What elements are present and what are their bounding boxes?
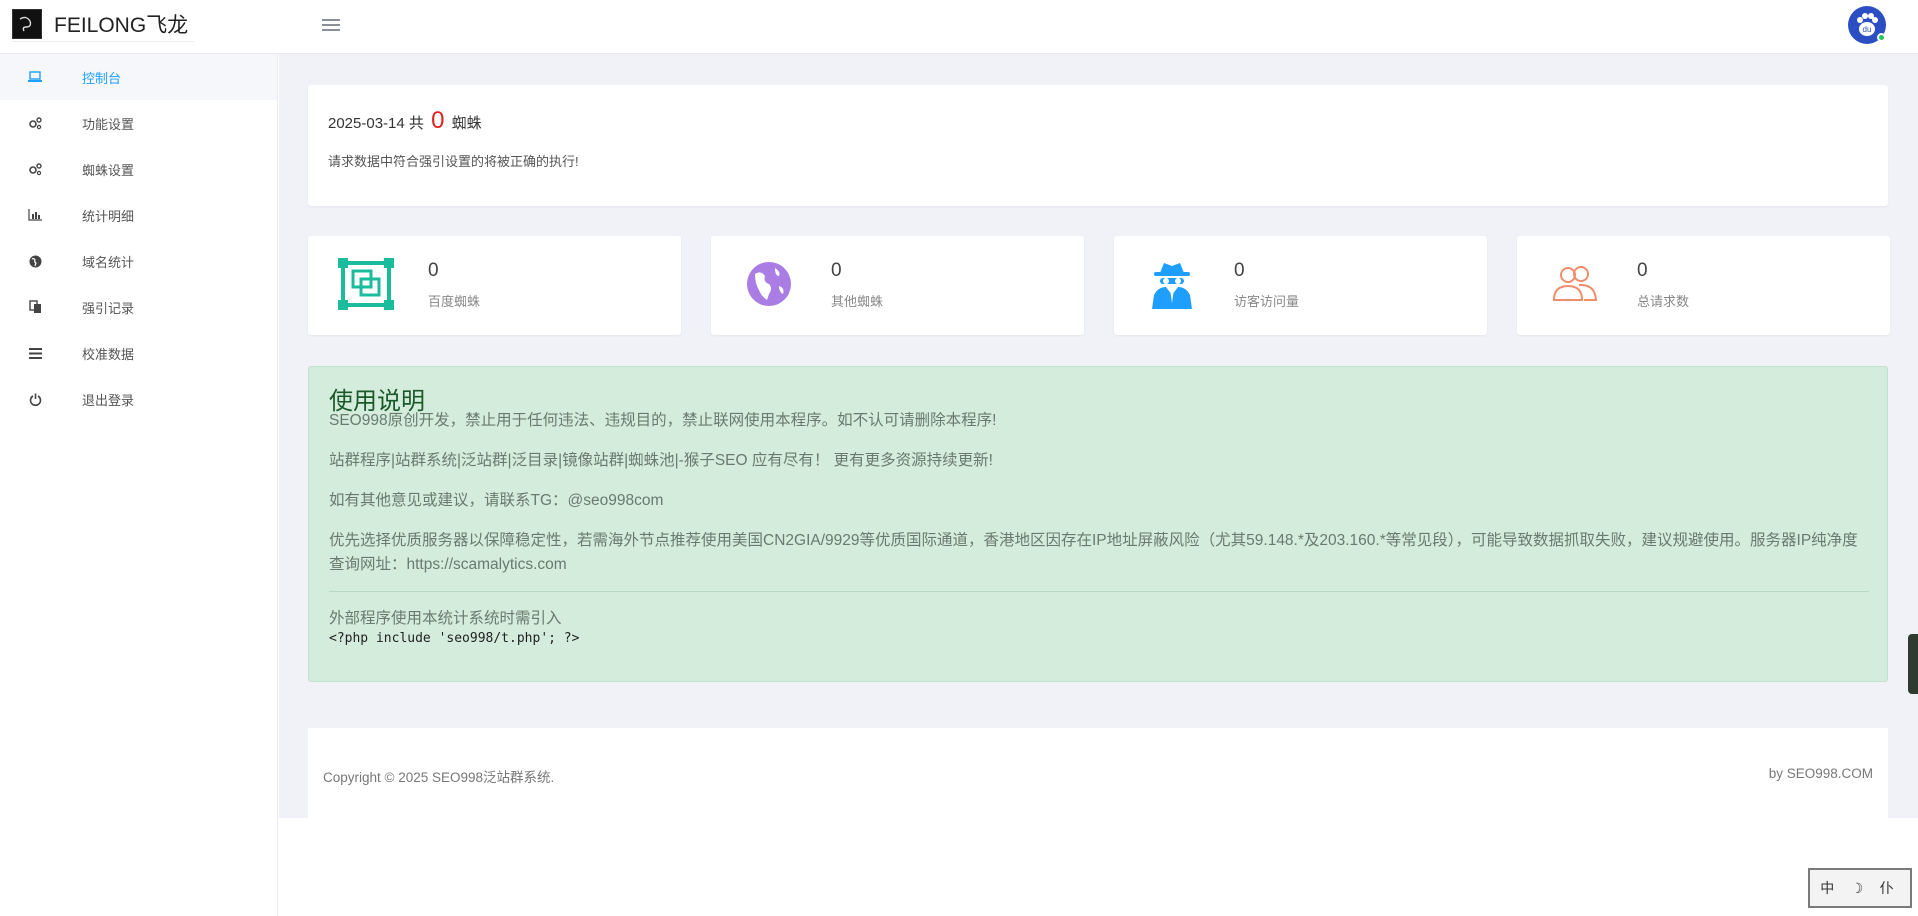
sidebar-item-spider-settings[interactable]: 蜘蛛设置 <box>0 146 277 192</box>
svg-text:du: du <box>1863 25 1872 34</box>
side-drawer-handle[interactable] <box>1908 634 1918 694</box>
stamp-widget[interactable]: 中 ☽ 仆 <box>1808 868 1912 908</box>
stat-card-baidu-spider: 0 百度蜘蛛 <box>308 236 681 335</box>
stat-label: 百度蜘蛛 <box>428 294 481 309</box>
bar-chart-icon <box>28 208 42 222</box>
sidebar-item-console[interactable]: 控制台 <box>0 54 277 100</box>
sidebar: 控制台 功能设置 蜘蛛设置 统计明细 域名统计 强引记录 校准数据 退出登录 <box>0 54 278 916</box>
notice-paragraph: 外部程序使用本统计系统时需引入 <box>329 610 562 627</box>
menu-toggle-icon[interactable] <box>322 16 340 34</box>
power-icon <box>28 392 42 406</box>
sidebar-item-label: 控制台 <box>82 70 122 86</box>
notice-paragraph: SEO998原创开发，禁止用于任何违法、违规目的，禁止联网使用本程序。如不认可请… <box>329 412 997 429</box>
frame-icon <box>336 256 396 312</box>
stat-value: 0 <box>1637 260 1648 281</box>
copyright-text: Copyright © 2025 SEO998泛站群系统. <box>323 770 555 785</box>
today-note: 请求数据中符合强引设置的将被正确的执行! <box>328 154 579 169</box>
stat-card-total-requests: 0 总请求数 <box>1517 236 1890 335</box>
stat-label: 总请求数 <box>1637 294 1690 309</box>
main-content: 2025-03-14 共 0 蜘蛛 请求数据中符合强引设置的将被正确的执行! 0… <box>279 54 1918 818</box>
stat-card-other-spider: 0 其他蜘蛛 <box>711 236 1084 335</box>
sidebar-item-statistics-detail[interactable]: 统计明细 <box>0 192 277 238</box>
divider <box>329 591 1869 592</box>
stat-value: 0 <box>831 260 842 281</box>
footer: Copyright © 2025 SEO998泛站群系统. by SEO998.… <box>308 728 1888 818</box>
sidebar-item-function-settings[interactable]: 功能设置 <box>0 100 277 146</box>
online-status-dot <box>1877 33 1886 42</box>
spy-icon <box>1142 256 1202 312</box>
sidebar-item-label: 蜘蛛设置 <box>82 162 135 178</box>
laptop-icon <box>28 70 42 84</box>
stat-label: 其他蜘蛛 <box>831 294 884 309</box>
sidebar-item-domain-stats[interactable]: 域名统计 <box>0 238 277 284</box>
gears-icon <box>28 162 42 176</box>
globe-icon <box>739 256 799 312</box>
today-summary-card: 2025-03-14 共 0 蜘蛛 请求数据中符合强引设置的将被正确的执行! <box>308 85 1888 206</box>
stat-label: 访客访问量 <box>1234 294 1300 309</box>
sidebar-item-redirect-log[interactable]: 强引记录 <box>0 284 277 330</box>
today-date: 2025-03-14 <box>328 115 405 132</box>
notice-paragraph: 站群程序|站群系统|泛站群|泛目录|镜像站群|蜘蛛池|-猴子SEO 应有尽有！ … <box>329 452 993 469</box>
include-code-snippet: <?php include 'seo998/t.php'; ?> <box>329 631 580 646</box>
notice-paragraph: 如有其他意见或建议，请联系TG：@seo998com <box>329 492 664 509</box>
brand-text: FEILONG飞龙 <box>54 13 189 37</box>
sidebar-item-label: 强引记录 <box>82 300 135 316</box>
gears-icon <box>28 116 42 130</box>
today-spider-count: 0 <box>431 107 445 134</box>
today-prefix: 共 <box>408 115 424 132</box>
top-bar: FEILONG飞龙 du <box>0 0 1918 54</box>
sidebar-item-calibrate-data[interactable]: 校准数据 <box>0 330 277 376</box>
list-icon <box>28 346 42 360</box>
brand-logo <box>12 8 42 39</box>
usage-notice: 使用说明 SEO998原创开发，禁止用于任何违法、违规目的，禁止联网使用本程序。… <box>308 366 1888 682</box>
brand[interactable]: FEILONG飞龙 <box>12 6 194 42</box>
sidebar-item-label: 退出登录 <box>82 392 135 408</box>
users-icon <box>1545 256 1605 312</box>
sidebar-item-label: 校准数据 <box>82 346 135 362</box>
sidebar-item-label: 域名统计 <box>82 254 135 270</box>
today-summary-line: 2025-03-14 共 0 蜘蛛 <box>328 107 482 135</box>
copy-icon <box>28 300 42 314</box>
footer-credit-link[interactable]: by SEO998.COM <box>1769 766 1873 781</box>
stat-value: 0 <box>1234 260 1245 281</box>
sidebar-item-label: 统计明细 <box>82 208 135 224</box>
notice-paragraph: 优先选择优质服务器以保障稳定性，若需海外节点推荐使用美国CN2GIA/9929等… <box>329 532 1858 573</box>
stat-value: 0 <box>428 260 439 281</box>
globe-icon <box>28 254 42 268</box>
sidebar-item-label: 功能设置 <box>82 116 135 132</box>
sidebar-item-logout[interactable]: 退出登录 <box>0 376 277 422</box>
stat-card-visitors: 0 访客访问量 <box>1114 236 1487 335</box>
today-suffix: 蜘蛛 <box>451 115 482 132</box>
